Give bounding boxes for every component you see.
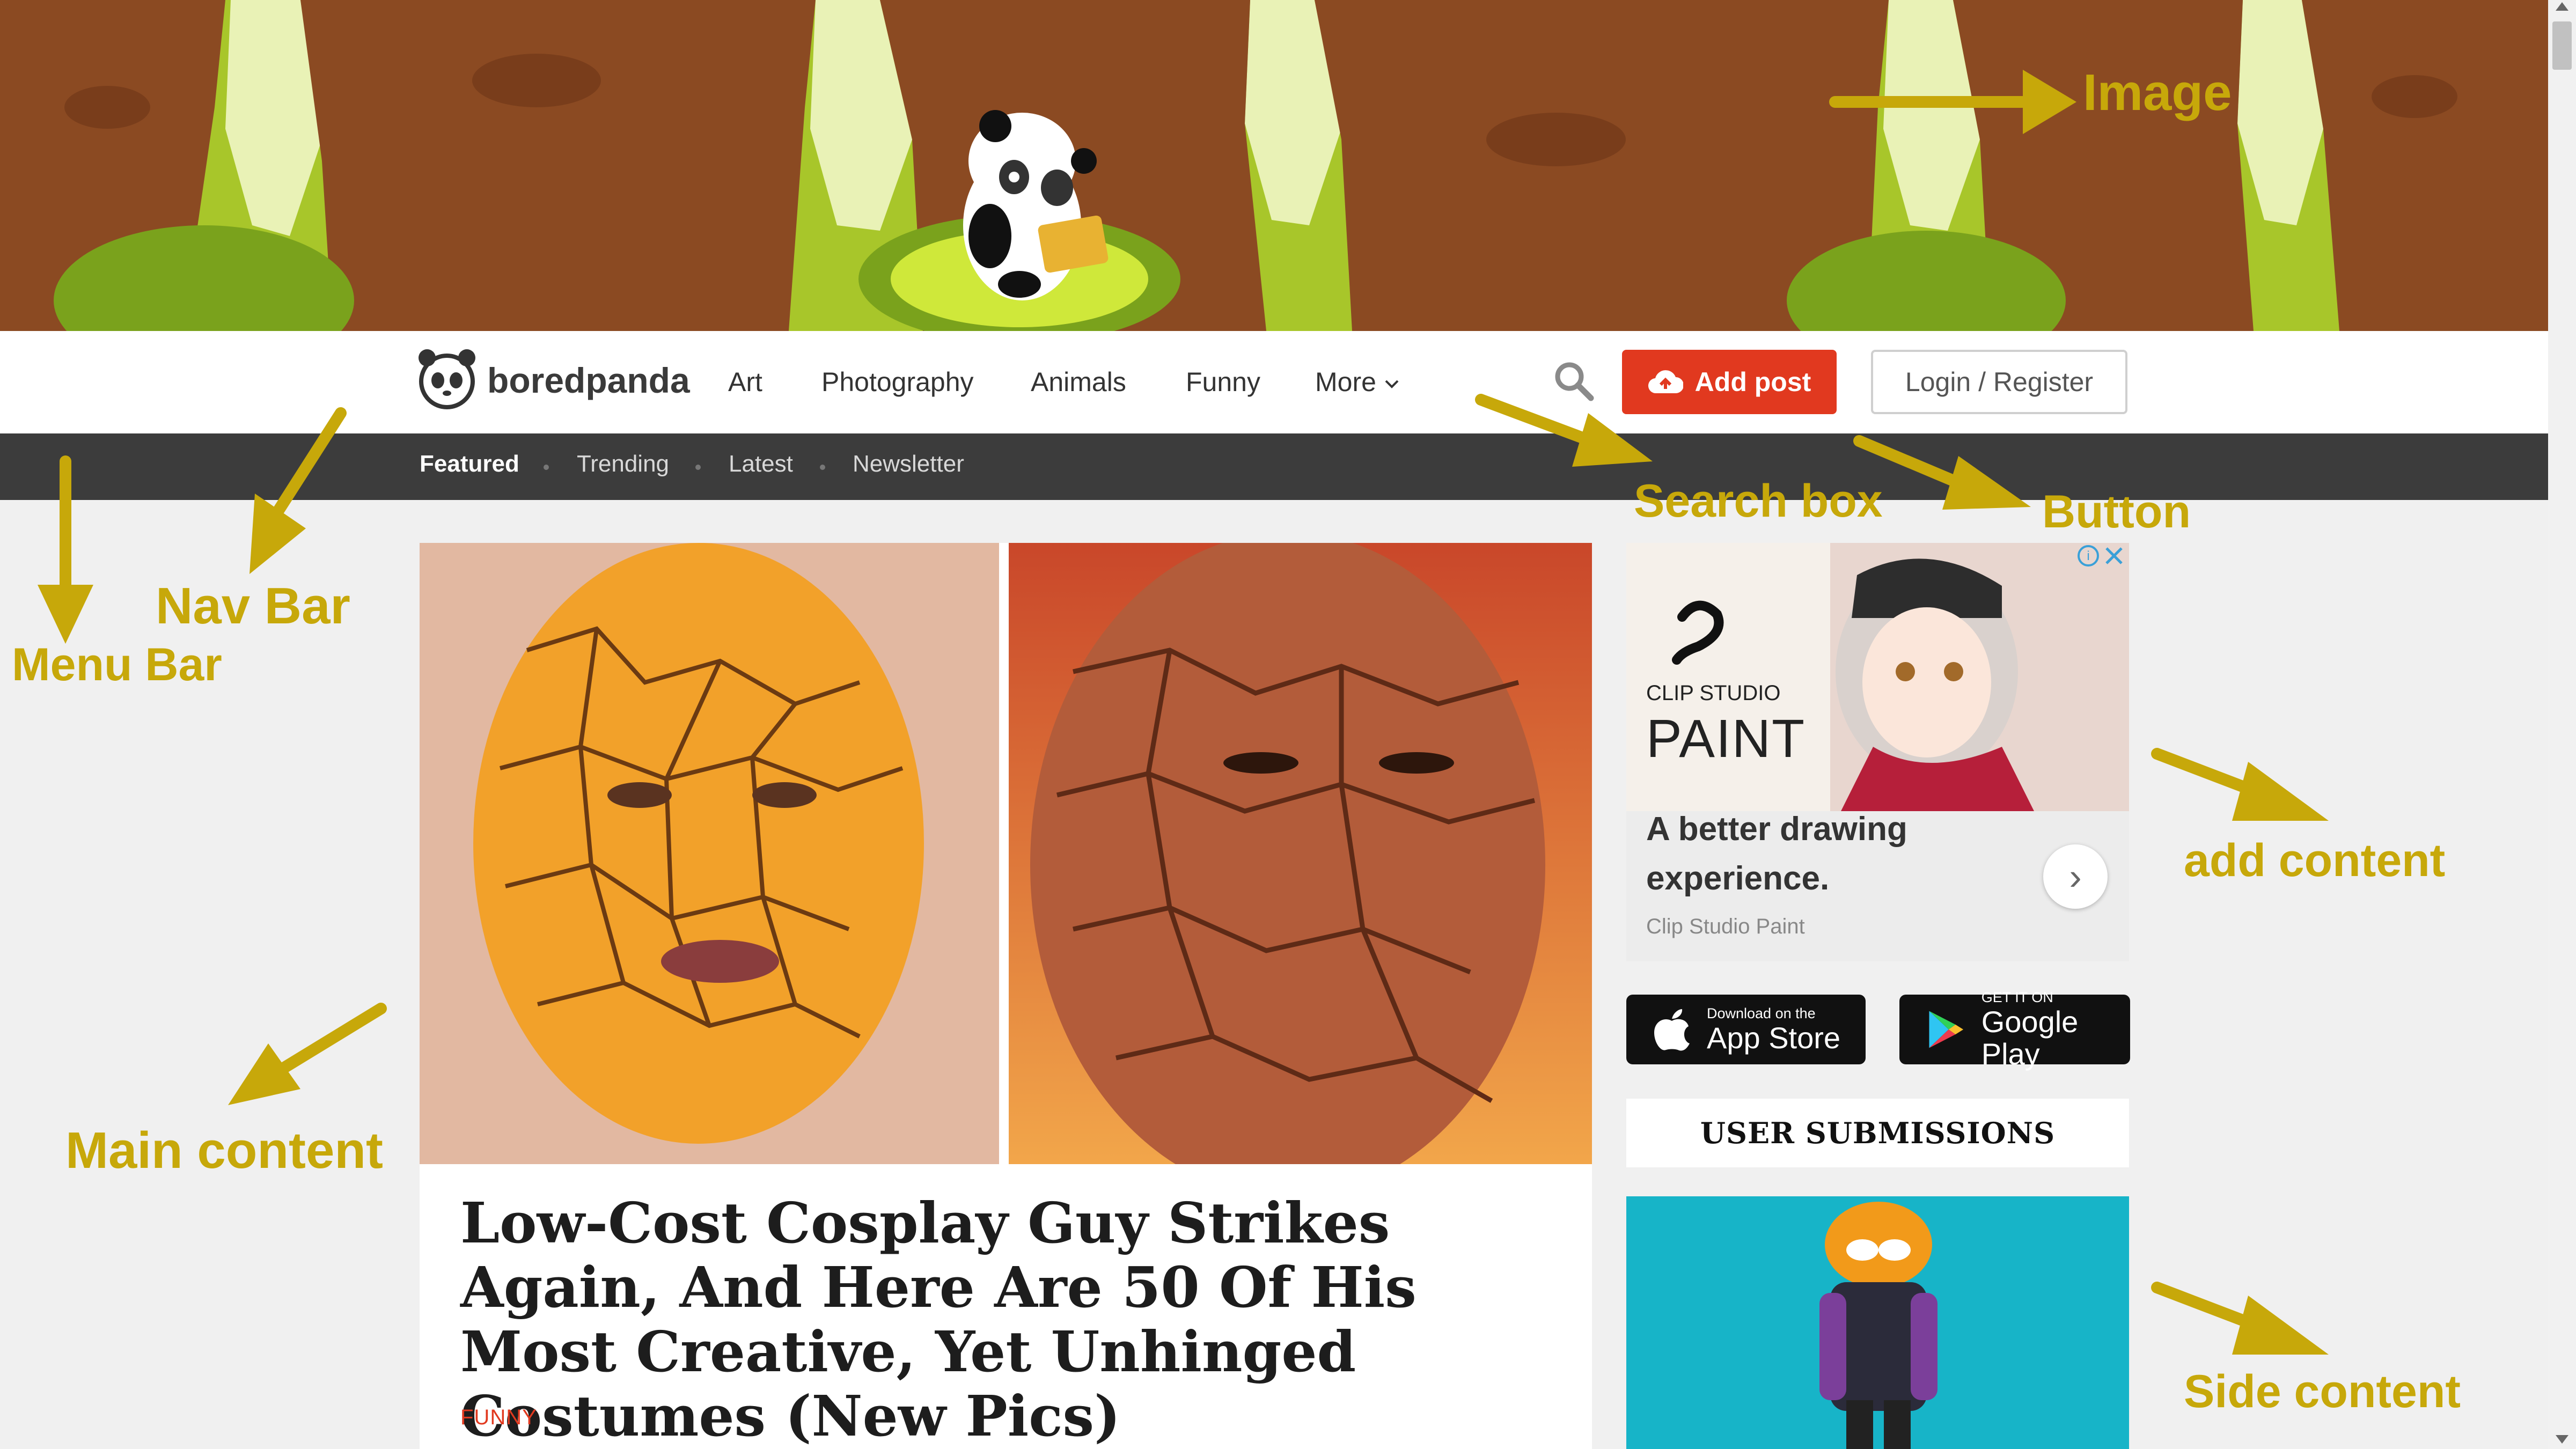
scrollbar-thumb[interactable] <box>2552 21 2572 70</box>
scrollbar[interactable] <box>2548 0 2576 1449</box>
scroll-down-arrow-icon[interactable] <box>2556 1435 2568 1444</box>
annotation-arrows <box>38 70 2329 1355</box>
scroll-up-arrow-icon[interactable] <box>2556 2 2568 11</box>
